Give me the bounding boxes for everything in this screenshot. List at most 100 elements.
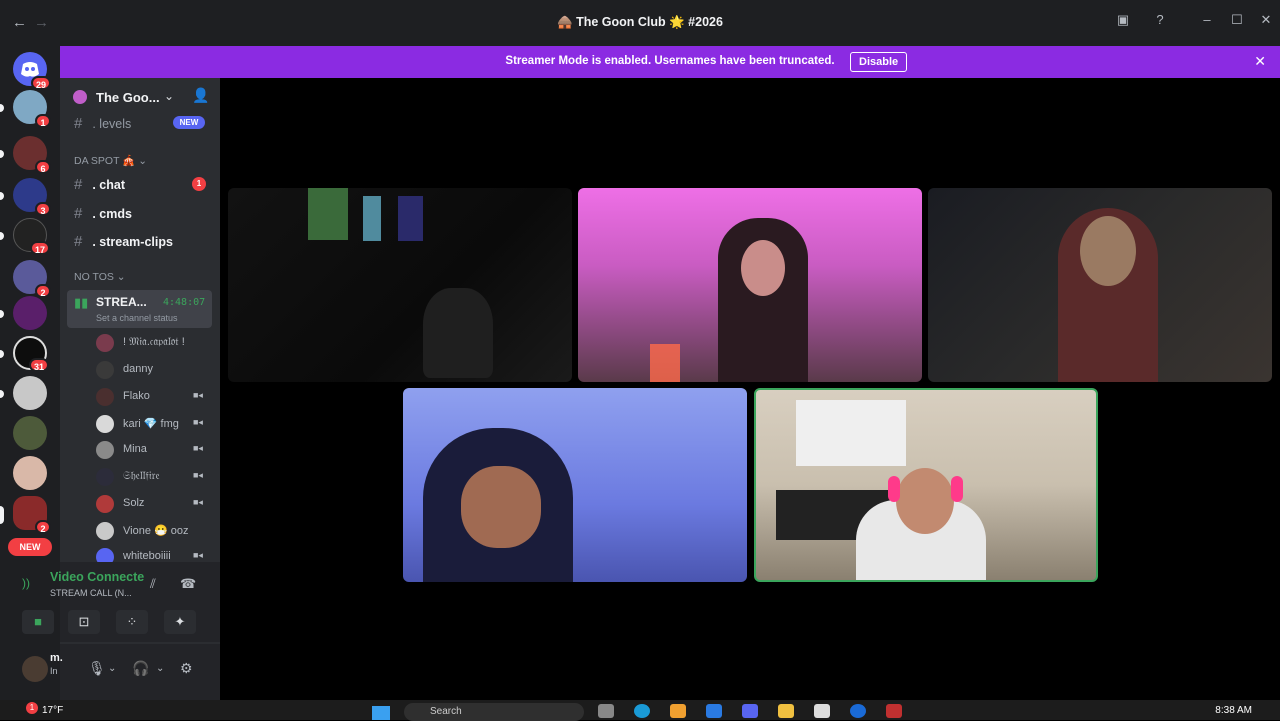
close-banner-icon[interactable]: ✕: [1254, 53, 1266, 70]
app-icon[interactable]: [886, 704, 902, 718]
chevron-down-icon[interactable]: ⌄: [156, 663, 164, 674]
window-blinds: [796, 400, 906, 466]
voice-member[interactable]: Mina ■◂: [96, 439, 216, 459]
taskbar-clock[interactable]: 8:38 AM: [1215, 705, 1252, 716]
taskbar-search[interactable]: Search: [404, 703, 584, 721]
invite-people-icon[interactable]: 👤: [192, 87, 209, 104]
help-icon[interactable]: ?: [1150, 12, 1170, 27]
video-tile[interactable]: [403, 388, 747, 582]
app-icon[interactable]: [670, 704, 686, 718]
streamer-mode-banner: Streamer Mode is enabled. Usernames have…: [60, 46, 1280, 78]
server-header[interactable]: The Goo... ⌄ 👤: [60, 78, 220, 116]
video-camera-icon: ■◂: [193, 417, 203, 427]
edge-browser-icon[interactable]: [634, 704, 650, 718]
soundboard-icon[interactable]: ✦: [164, 610, 196, 634]
video-tile[interactable]: [928, 188, 1272, 382]
category-da-spot[interactable]: DA SPOT 🎪 ⌄: [74, 154, 147, 167]
window-titlebar: ← → 🛖 The Goon Club 🌟 #2026 ▣ ? – ☐ ✕: [0, 0, 1280, 46]
close-window-icon[interactable]: ✕: [1256, 12, 1276, 28]
user-avatar[interactable]: [22, 656, 48, 682]
disable-streamer-mode-button[interactable]: Disable: [850, 52, 908, 72]
channel-stream-clips[interactable]: #. stream-clips: [74, 233, 173, 250]
voice-connected-status: Video Connecte: [50, 570, 145, 584]
unread-pip: [0, 350, 4, 358]
unread-pip: [0, 192, 4, 200]
server-icon[interactable]: 6: [13, 136, 51, 174]
server-icon[interactable]: [13, 296, 47, 330]
lamp: [650, 344, 680, 382]
banner-text: Streamer Mode is enabled. Usernames have…: [505, 55, 835, 67]
wall-poster: [308, 188, 348, 240]
discord-taskbar-icon[interactable]: [742, 704, 758, 718]
chevron-down-icon[interactable]: ⌄: [108, 663, 116, 674]
new-server-pill[interactable]: NEW: [8, 538, 52, 556]
hashtag-icon: #: [74, 115, 83, 132]
camera-toggle-icon[interactable]: ■: [22, 610, 54, 634]
server-icon[interactable]: [13, 456, 47, 490]
avatar: [96, 441, 114, 459]
screen-share-icon[interactable]: ⊡: [68, 610, 100, 634]
windows-start-icon[interactable]: [372, 706, 390, 720]
neon-light: [363, 196, 381, 241]
voice-member[interactable]: 𝔖𝔥𝔢𝔩𝔩𝔣𝔦𝔯𝔢 ■◂: [96, 466, 216, 486]
channel-chat[interactable]: #. chat: [74, 176, 125, 193]
activities-icon[interactable]: ⁘: [116, 610, 148, 634]
voice-connection-panel: )) Video Connecte STREAM CALL (N... ⫽ ☎ …: [22, 562, 220, 642]
category-no-tos[interactable]: NO TOS ⌄: [74, 271, 126, 283]
server-icon[interactable]: 3: [13, 178, 51, 216]
maximize-icon[interactable]: ☐: [1227, 12, 1247, 28]
video-tile-speaking[interactable]: [754, 388, 1098, 582]
microphone-icon[interactable]: 🎙: [88, 660, 106, 677]
voice-member[interactable]: Vione 😷 ooz: [96, 520, 216, 540]
server-icon[interactable]: [13, 376, 47, 410]
video-tile[interactable]: [578, 188, 922, 382]
headphones: [951, 476, 963, 502]
avatar: [96, 415, 114, 433]
chevron-down-icon[interactable]: ⌄: [164, 89, 174, 103]
voice-channel-stream-call[interactable]: ▮▮ STREA... 4:48:07 Set a channel status: [67, 290, 212, 328]
channel-levels[interactable]: #. levels: [74, 115, 131, 132]
video-camera-icon: ■◂: [193, 550, 203, 560]
voice-member[interactable]: ! 𝔐𝔦𝔞.𝔠𝔞𝔭𝔞𝔩𝔬𝔱 !: [96, 332, 216, 352]
server-icon[interactable]: 1: [13, 90, 51, 128]
user-status: In: [50, 666, 58, 676]
video-tile[interactable]: [228, 188, 572, 382]
face: [741, 240, 785, 296]
task-view-icon[interactable]: [598, 704, 614, 718]
video-camera-icon: ■◂: [193, 497, 203, 507]
headphones-icon[interactable]: 🎧: [132, 660, 149, 677]
server-icon[interactable]: [13, 416, 47, 450]
server-icon[interactable]: 2: [13, 260, 51, 298]
disconnect-call-icon[interactable]: ☎: [180, 576, 196, 592]
settings-gear-icon[interactable]: ⚙: [180, 660, 193, 677]
voice-connected-channel[interactable]: STREAM CALL (N...: [50, 588, 132, 598]
face: [1080, 216, 1136, 286]
channel-status-prompt[interactable]: Set a channel status: [96, 313, 178, 323]
noise-suppression-icon[interactable]: ⫽: [150, 576, 156, 592]
voice-member[interactable]: Flako ■◂: [96, 386, 216, 406]
selected-pip: [0, 506, 4, 524]
weather-temperature[interactable]: 17°F: [42, 705, 63, 716]
unread-pip: [0, 150, 4, 158]
avatar: [96, 334, 114, 352]
app-icon[interactable]: [706, 704, 722, 718]
voice-member[interactable]: kari 💎 fmg ■◂: [96, 413, 216, 433]
file-explorer-icon[interactable]: [778, 704, 794, 718]
unread-pip: [0, 232, 4, 240]
hp-icon[interactable]: [850, 704, 866, 718]
wall-poster: [398, 196, 423, 241]
store-icon[interactable]: [814, 704, 830, 718]
channel-cmds[interactable]: #. cmds: [74, 205, 132, 222]
server-icon[interactable]: 31: [13, 336, 49, 372]
avatar: [96, 522, 114, 540]
signal-strength-icon[interactable]: )): [22, 576, 30, 590]
minimize-icon[interactable]: –: [1197, 12, 1217, 27]
voice-member[interactable]: danny: [96, 359, 216, 379]
server-icon-goon-club[interactable]: 2: [13, 496, 51, 534]
server-rail: 29 1 6 3 17 2 31 2 NEW: [0, 46, 60, 700]
inbox-icon[interactable]: ▣: [1113, 12, 1133, 28]
voice-channel-name: STREA...: [96, 295, 147, 309]
server-icon[interactable]: 17: [13, 218, 50, 255]
home-discord-icon[interactable]: 29: [13, 52, 51, 90]
voice-member[interactable]: Solz ■◂: [96, 493, 216, 513]
